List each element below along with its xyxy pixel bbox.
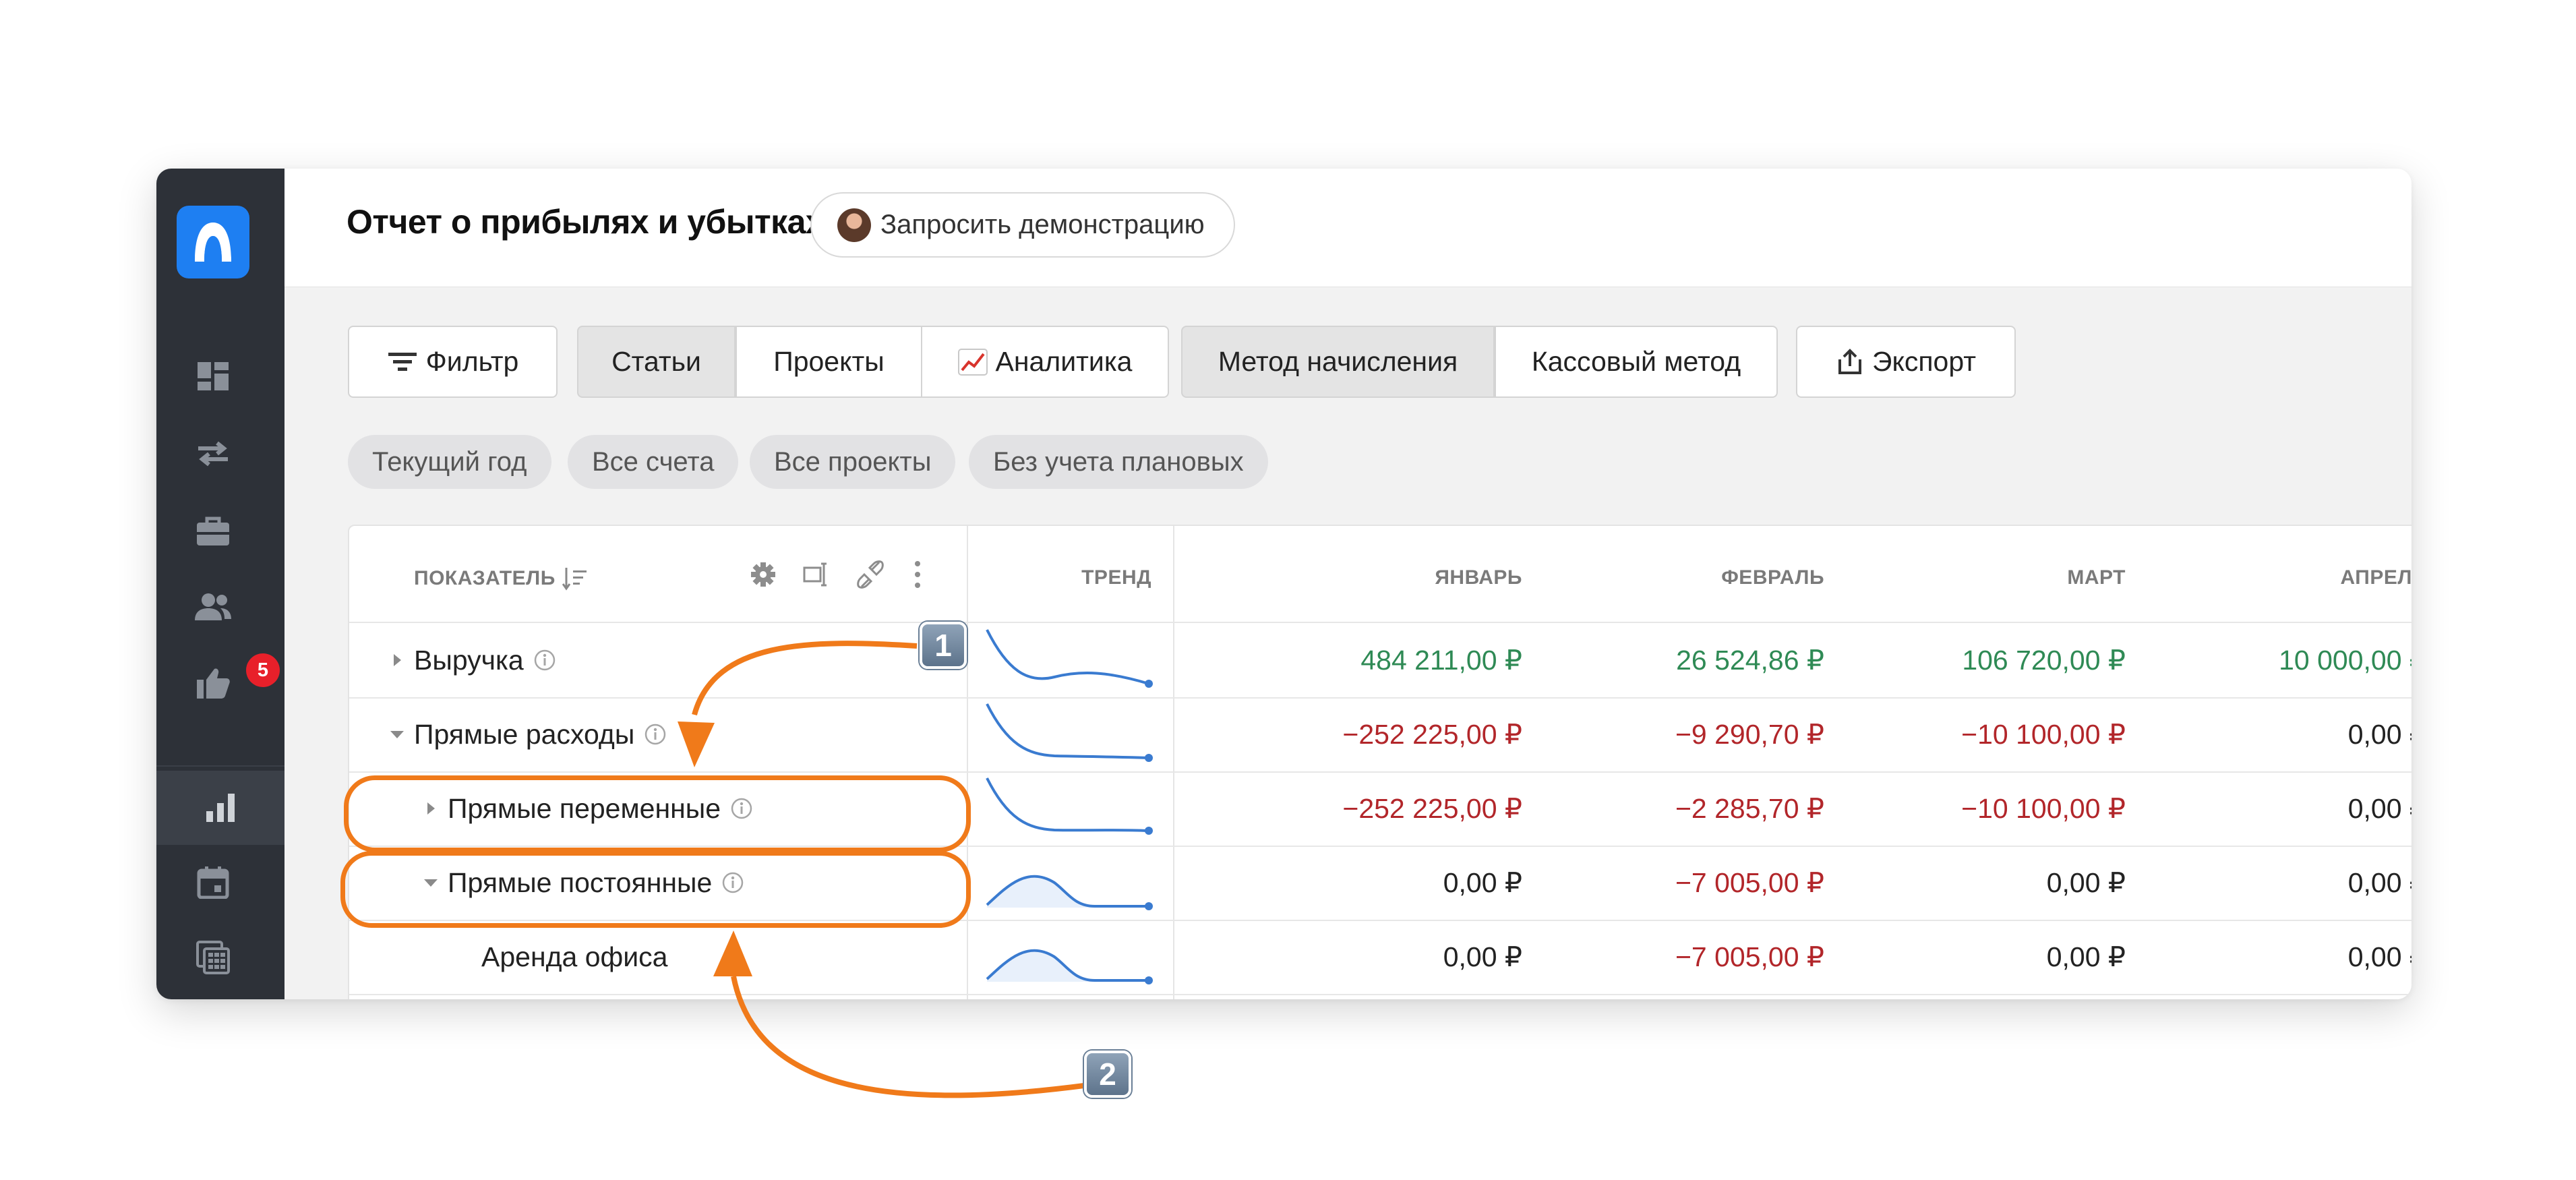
step-badge-2: 2 <box>1084 1051 1131 1098</box>
highlight-direct-variable <box>344 775 971 852</box>
step-badge-1: 1 <box>920 622 967 669</box>
highlight-direct-fixed <box>340 851 971 928</box>
arrow-2-head <box>713 931 752 976</box>
arrow-2 <box>731 976 1085 1098</box>
annotation-arrows <box>678 641 1085 1098</box>
arrow-1-head <box>678 721 715 767</box>
arrow-1 <box>692 641 918 716</box>
